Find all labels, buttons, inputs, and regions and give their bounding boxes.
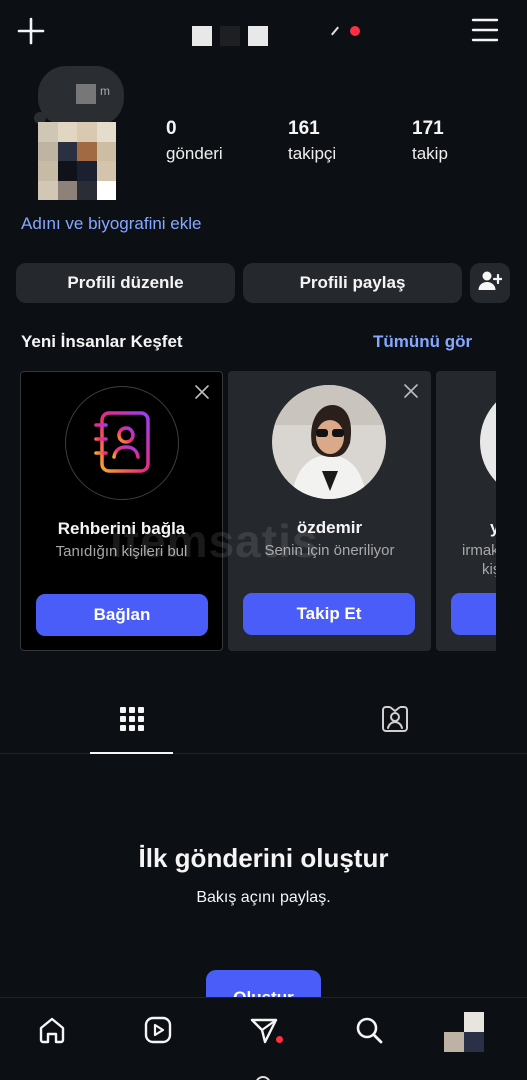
top-bar	[0, 0, 527, 64]
plus-icon[interactable]	[16, 16, 46, 46]
card-subtitle-2: kiş	[482, 561, 496, 578]
suggested-user-avatar[interactable]	[272, 385, 386, 499]
note-bubble[interactable]: m	[38, 66, 124, 126]
reels-icon[interactable]	[142, 1014, 174, 1046]
connect-button[interactable]: Bağlan	[36, 594, 208, 636]
discover-title: Yeni İnsanlar Keşfet	[21, 332, 183, 351]
card-subtitle: Senin için öneriliyor	[264, 542, 395, 559]
profile-avatar[interactable]	[444, 1012, 484, 1052]
posts-label: gönderi	[166, 144, 223, 163]
follow-button[interactable]	[451, 593, 496, 635]
note-text: m	[100, 84, 110, 98]
discover-carousel[interactable]: Rehberini bağla Tanıdığın kişileri bul B…	[20, 371, 496, 652]
grid-icon	[119, 706, 145, 737]
share-profile-button[interactable]: Profili paylaş	[243, 263, 462, 303]
add-person-button[interactable]	[470, 263, 510, 303]
add-bio-link[interactable]: Adını ve biyografini ekle	[21, 214, 202, 234]
send-icon[interactable]	[248, 1014, 280, 1046]
following-label: takip	[412, 144, 448, 163]
suggested-user-avatar[interactable]	[480, 385, 496, 499]
profile-actions: Profili düzenle Profili paylaş	[16, 263, 510, 303]
follow-button[interactable]: Takip Et	[243, 593, 415, 635]
search-icon[interactable]	[353, 1014, 385, 1046]
home-icon[interactable]	[36, 1014, 68, 1046]
empty-state-title: İlk gönderini oluştur	[138, 843, 389, 873]
posts-count: 0	[166, 118, 177, 139]
stat-following[interactable]: 171 takip	[412, 118, 448, 164]
card-subtitle: irmak	[462, 542, 496, 559]
followers-label: takipçi	[288, 144, 337, 163]
empty-state-subtitle: Bakış açını paylaş.	[196, 889, 331, 906]
close-icon[interactable]	[194, 384, 210, 400]
connect-contacts-card: Rehberini bağla Tanıdığın kişileri bul B…	[20, 371, 223, 651]
tab-tagged[interactable]	[263, 690, 527, 752]
edit-profile-button[interactable]: Profili düzenle	[16, 263, 235, 303]
suggested-user-card-partial: y irmak kiş	[436, 371, 496, 651]
username-dropdown-mark	[331, 26, 339, 36]
card-name: Rehberini bağla	[57, 519, 186, 538]
suggested-user-card: özdemir Senin için öneriliyor Takip Et	[228, 371, 431, 651]
close-icon[interactable]	[403, 383, 419, 399]
profile-tabs	[0, 690, 527, 754]
following-count: 171	[412, 118, 444, 139]
see-all-link[interactable]: Tümünü gör	[373, 332, 472, 352]
profile-avatar[interactable]	[38, 122, 116, 200]
stat-followers[interactable]: 161 takipçi	[288, 118, 336, 164]
bottom-navigation	[0, 997, 527, 1080]
active-tab-indicator	[90, 752, 173, 754]
add-person-icon	[478, 270, 504, 297]
card-name: özdemir	[296, 518, 363, 537]
notification-dot	[350, 26, 360, 36]
contacts-book-icon	[65, 386, 179, 500]
hamburger-menu-icon[interactable]	[471, 17, 499, 43]
followers-count: 161	[288, 118, 320, 139]
tab-posts-grid[interactable]	[0, 690, 264, 754]
username-redacted[interactable]	[192, 26, 268, 46]
messages-badge	[276, 1036, 283, 1043]
card-name: y	[490, 518, 496, 537]
card-subtitle: Tanıdığın kişileri bul	[55, 543, 188, 560]
stat-posts[interactable]: 0 gönderi	[166, 118, 223, 164]
tagged-person-icon	[380, 704, 410, 739]
